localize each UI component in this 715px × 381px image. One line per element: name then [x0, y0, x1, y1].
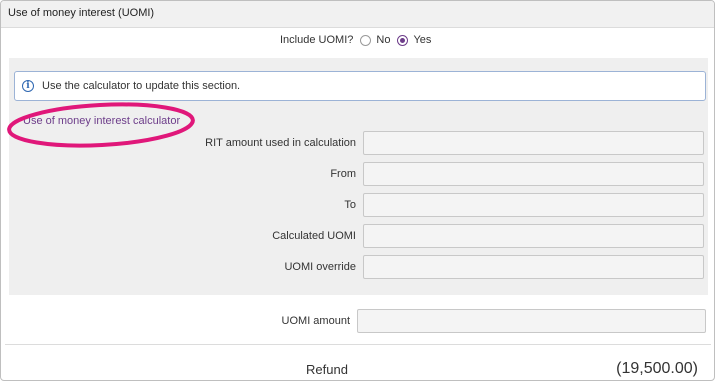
uomi-amount-field[interactable] — [357, 309, 706, 333]
section-header: Use of money interest (UOMI) — [1, 1, 714, 28]
include-uomi-no-label[interactable]: No — [376, 34, 390, 46]
refund-value: (19,500.00) — [616, 360, 698, 377]
include-uomi-question: Include UOMI? — [280, 34, 354, 46]
calculated-uomi-field[interactable] — [363, 224, 704, 248]
include-uomi-yes-label[interactable]: Yes — [413, 34, 431, 46]
include-uomi-row: Include UOMI? No Yes — [280, 34, 431, 46]
calculated-uomi-label: Calculated UOMI — [272, 230, 356, 242]
uomi-calculator-link[interactable]: Use of money interest calculator — [23, 115, 180, 127]
from-date-field[interactable] — [363, 162, 704, 186]
info-message: Use the calculator to update this sectio… — [42, 80, 241, 92]
info-icon: i — [22, 80, 34, 92]
uomi-amount-label: UOMI amount — [281, 315, 350, 327]
info-banner: i Use the calculator to update this sect… — [14, 71, 706, 101]
rit-amount-label: RIT amount used in calculation — [205, 137, 356, 149]
section-title: Use of money interest (UOMI) — [8, 7, 155, 19]
include-uomi-yes-radio[interactable] — [397, 34, 409, 46]
from-label: From — [330, 168, 356, 180]
refund-label: Refund — [306, 362, 348, 377]
to-date-field[interactable] — [363, 193, 704, 217]
uomi-override-label: UOMI override — [284, 261, 356, 273]
uomi-section: Use of money interest (UOMI) Include UOM… — [0, 0, 715, 381]
to-label: To — [344, 199, 356, 211]
divider — [5, 344, 711, 345]
include-uomi-no-radio[interactable] — [360, 34, 372, 46]
rit-amount-field[interactable] — [363, 131, 704, 155]
uomi-override-field[interactable] — [363, 255, 704, 279]
